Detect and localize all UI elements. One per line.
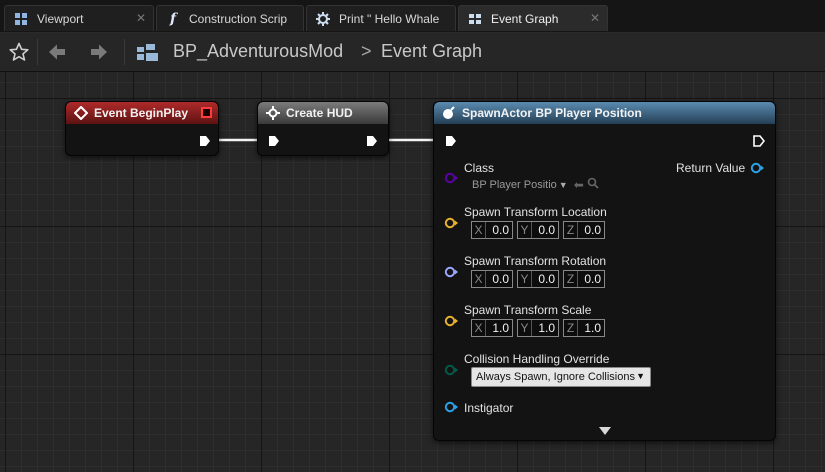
expand-arrow-icon[interactable] bbox=[598, 426, 612, 436]
scale-label: Spawn Transform Scale bbox=[464, 303, 592, 317]
class-value: BP Player Positio bbox=[472, 178, 557, 191]
node-header: SpawnActor BP Player Position bbox=[434, 102, 775, 124]
collision-pin[interactable] bbox=[444, 364, 458, 376]
value: 0.0 bbox=[492, 223, 509, 237]
axis-x: X bbox=[472, 222, 486, 238]
instigator-pin[interactable] bbox=[444, 401, 458, 413]
instigator-label: Instigator bbox=[464, 401, 514, 415]
class-dropdown[interactable]: BP Player Positio ▼ ⬅ bbox=[472, 177, 599, 192]
arrow-right-icon bbox=[91, 44, 107, 60]
tab-construction-script[interactable]: f Construction Scrip bbox=[156, 5, 304, 31]
axis-y: Y bbox=[518, 222, 532, 238]
back-button[interactable] bbox=[42, 37, 72, 67]
use-selected-icon[interactable]: ⬅ bbox=[574, 178, 584, 192]
forward-button[interactable] bbox=[84, 37, 114, 67]
exec-out-pin[interactable] bbox=[753, 135, 765, 147]
breadcrumb-graph[interactable]: Event Graph bbox=[381, 41, 482, 62]
value: 0.0 bbox=[492, 272, 509, 286]
scale-z-field[interactable]: Z 1.0 bbox=[563, 319, 605, 337]
toolbar-divider bbox=[124, 39, 125, 65]
gear-icon bbox=[315, 11, 331, 27]
exec-out-pin[interactable] bbox=[366, 135, 378, 147]
function-icon: f bbox=[169, 10, 177, 27]
blueprint-graph-icon bbox=[136, 43, 160, 63]
tab-label: Viewport bbox=[37, 11, 84, 26]
location-label: Spawn Transform Location bbox=[464, 205, 607, 219]
class-pin[interactable] bbox=[444, 172, 458, 184]
rotation-pin[interactable] bbox=[444, 266, 458, 278]
tab-viewport[interactable]: Viewport ✕ bbox=[4, 5, 154, 31]
value: 1.0 bbox=[492, 321, 509, 335]
location-z-field[interactable]: Z 0.0 bbox=[563, 221, 605, 239]
graph-icon bbox=[467, 11, 483, 27]
spawn-actor-node[interactable]: SpawnActor BP Player Position Class BP P… bbox=[433, 101, 776, 441]
breadcrumb-separator: > bbox=[361, 41, 372, 61]
collision-dropdown[interactable]: Always Spawn, Ignore Collisions ▼ bbox=[471, 367, 651, 387]
axis-y: Y bbox=[518, 271, 532, 287]
axis-y: Y bbox=[518, 320, 532, 336]
class-label: Class bbox=[464, 161, 495, 175]
collision-label: Collision Handling Override bbox=[464, 352, 610, 366]
location-pin[interactable] bbox=[444, 217, 458, 229]
toolbar-divider bbox=[37, 39, 38, 65]
favorite-button[interactable] bbox=[4, 37, 34, 67]
value: 0.0 bbox=[584, 223, 601, 237]
gear-icon bbox=[266, 106, 280, 120]
rotation-label: Spawn Transform Rotation bbox=[464, 254, 607, 268]
value: 0.0 bbox=[538, 223, 555, 237]
tab-event-graph[interactable]: Event Graph ✕ bbox=[458, 5, 608, 31]
scale-y-field[interactable]: Y 1.0 bbox=[517, 319, 559, 337]
star-icon bbox=[9, 42, 29, 61]
axis-z: Z bbox=[564, 222, 578, 238]
node-title: SpawnActor BP Player Position bbox=[462, 106, 642, 120]
value: 1.0 bbox=[584, 321, 601, 335]
value: 1.0 bbox=[538, 321, 555, 335]
event-icon bbox=[74, 106, 88, 120]
node-title: Create HUD bbox=[286, 106, 353, 120]
rotation-y-field[interactable]: Y 0.0 bbox=[517, 270, 559, 288]
collision-value: Always Spawn, Ignore Collisions bbox=[476, 371, 635, 383]
browse-icon[interactable] bbox=[587, 177, 599, 192]
tab-label: Construction Scrip bbox=[189, 11, 288, 26]
close-icon[interactable]: ✕ bbox=[589, 11, 601, 25]
location-y-field[interactable]: Y 0.0 bbox=[517, 221, 559, 239]
close-icon[interactable]: ✕ bbox=[135, 11, 147, 25]
delegate-pin[interactable] bbox=[201, 107, 212, 118]
chevron-down-icon: ▼ bbox=[636, 371, 645, 381]
axis-z: Z bbox=[564, 271, 578, 287]
tab-label: Print " Hello Whale bbox=[339, 11, 440, 26]
tab-label: Event Graph bbox=[491, 11, 559, 26]
node-header: Event BeginPlay bbox=[66, 102, 218, 124]
scale-pin[interactable] bbox=[444, 315, 458, 327]
exec-in-pin[interactable] bbox=[445, 135, 457, 147]
tab-bar: Viewport ✕ f Construction Scrip Print " … bbox=[0, 0, 825, 33]
axis-x: X bbox=[472, 271, 486, 287]
node-title: Event BeginPlay bbox=[94, 106, 189, 120]
axis-x: X bbox=[472, 320, 486, 336]
rotation-x-field[interactable]: X 0.0 bbox=[471, 270, 513, 288]
return-value-label: Return Value bbox=[676, 161, 746, 175]
value: 0.0 bbox=[584, 272, 601, 286]
exec-in-pin[interactable] bbox=[268, 135, 280, 147]
dropdown-arrow-icon: ▼ bbox=[558, 179, 568, 190]
exec-out-pin[interactable] bbox=[199, 135, 211, 147]
graph-toolbar: BP_AdventurousMod > Event Graph bbox=[0, 33, 825, 72]
spawn-icon bbox=[442, 106, 456, 120]
breadcrumb-blueprint[interactable]: BP_AdventurousMod bbox=[173, 41, 343, 62]
scale-x-field[interactable]: X 1.0 bbox=[471, 319, 513, 337]
rotation-z-field[interactable]: Z 0.0 bbox=[563, 270, 605, 288]
arrow-left-icon bbox=[49, 44, 65, 60]
viewport-icon bbox=[13, 11, 29, 27]
value: 0.0 bbox=[538, 272, 555, 286]
tab-print-hello-whale[interactable]: Print " Hello Whale bbox=[306, 5, 456, 31]
create-hud-node[interactable]: Create HUD bbox=[257, 101, 389, 156]
location-x-field[interactable]: X 0.0 bbox=[471, 221, 513, 239]
node-header: Create HUD bbox=[258, 102, 388, 124]
event-beginplay-node[interactable]: Event BeginPlay bbox=[65, 101, 219, 156]
axis-z: Z bbox=[564, 320, 578, 336]
return-value-pin[interactable] bbox=[750, 162, 764, 174]
